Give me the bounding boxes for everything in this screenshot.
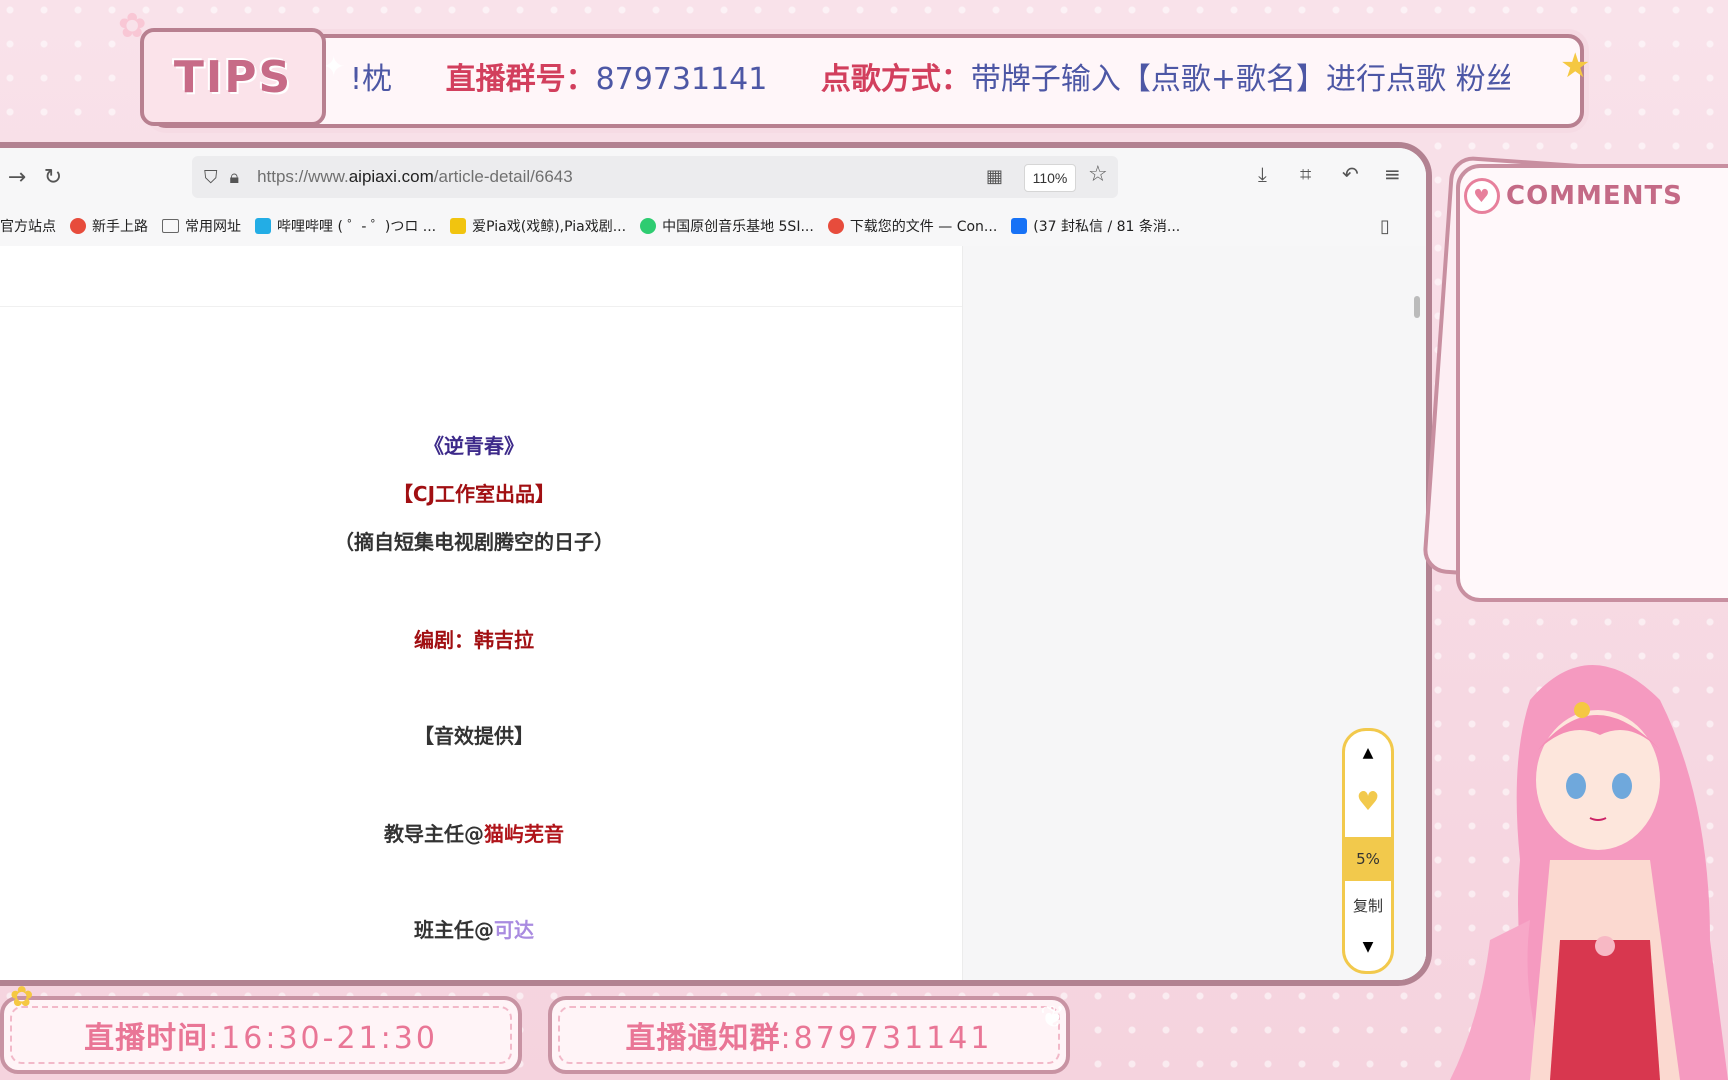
article-body: 《逆青春》 【CJ工作室出品】 （摘自短集电视剧腾空的日子） 编剧：韩吉拉 【音… [0, 246, 963, 980]
star-decoration-icon: ★ [1560, 46, 1591, 86]
group-label: 直播群号： [445, 62, 596, 97]
script-title: 《逆青春》 [424, 434, 524, 458]
bookmark-item[interactable]: (37 封私信 / 81 条消... [1011, 216, 1180, 236]
notice-group-box: 直播通知群:879731141 [548, 996, 1070, 1074]
song-request-label: 点歌方式： [820, 62, 971, 97]
comments-title: COMMENTS [1506, 181, 1683, 211]
reload-icon[interactable]: ↻ [40, 165, 66, 190]
wing-decoration-icon: ❦ [1040, 1000, 1066, 1035]
menu-icon[interactable]: ≡ [1384, 162, 1401, 186]
navigation-bar: → ↻ ⛉ 🔒︎ https://www.aipiaxi.com/article… [0, 148, 1426, 206]
song-request-text: 带牌子输入【点歌+歌名】进行点歌 粉丝团钅 [970, 62, 1510, 97]
flower-decoration-icon: ✿ [10, 980, 34, 1013]
bookmark-folder[interactable]: 常用网址 [162, 216, 241, 236]
tablet-icon[interactable]: ▯ [1380, 216, 1390, 237]
live-time-text: 直播时间:16:30-21:30 [84, 1021, 438, 1056]
browser-window: → ↻ ⛉ 🔒︎ https://www.aipiaxi.com/article… [0, 142, 1432, 986]
bookmark-item[interactable]: 中国原创音乐基地 5SI... [640, 216, 814, 236]
bookmarks-bar: 狐官方站点 新手上路 常用网址 哔哩哔哩 ( ゜- ゜)つロ ... 爱Pia戏… [0, 206, 1426, 247]
role-line: 班主任@可达 [414, 918, 534, 942]
live-time-box: 直播时间:16:30-21:30 [0, 996, 522, 1074]
qr-code-icon[interactable]: ▦ [986, 166, 1003, 187]
undo-icon[interactable]: ↶ [1342, 162, 1359, 186]
bookmark-item[interactable]: 哔哩哔哩 ( ゜- ゜)つロ ... [255, 216, 436, 236]
comments-panel [1456, 164, 1728, 602]
reading-progress: 5% [1345, 837, 1391, 881]
excerpt-note: （摘自短集电视剧腾空的日子） [334, 530, 614, 554]
notice-group-text: 直播通知群:879731141 [625, 1021, 993, 1056]
zhihu-icon [1011, 218, 1028, 234]
5sing-icon [640, 218, 657, 234]
forward-arrow-icon[interactable]: → [4, 165, 30, 190]
zoom-level[interactable]: 110% [1024, 164, 1076, 192]
firefox-icon [70, 218, 86, 234]
crop-icon[interactable]: ⌗ [1300, 162, 1311, 186]
bookmark-item[interactable]: 爱Pia戏(戏鲸),Pia戏剧... [450, 216, 626, 236]
studio-credit: 【CJ工作室出品】 [392, 482, 556, 506]
sfx-credit: 【音效提供】 [414, 724, 534, 748]
shield-icon[interactable]: ⛉ [204, 167, 218, 188]
divider [0, 306, 962, 307]
group-number: 879731141 [595, 62, 768, 97]
bookmark-star-icon[interactable]: ☆ [1088, 162, 1108, 187]
role-line: 教导主任@猫屿芜音 [384, 822, 564, 846]
scroll-up-icon[interactable]: ▲ [1345, 745, 1391, 761]
writer-line: 编剧：韩吉拉 [414, 628, 534, 652]
download-icon[interactable]: ⤓ [1258, 162, 1267, 186]
aipiaxi-icon [450, 218, 467, 234]
heart-icon: ♥ [1464, 178, 1500, 214]
bookmark-item[interactable]: 下载您的文件 — Con... [827, 216, 997, 236]
copy-button[interactable]: 复制 [1345, 895, 1391, 916]
floating-toolbar: ▲ ♥ 5% 复制 ▼ [1342, 728, 1394, 974]
vtuber-avatar [1450, 665, 1728, 1080]
bookmark-item[interactable]: 狐官方站点 [0, 216, 56, 236]
tips-badge: TIPS [140, 28, 326, 126]
comments-header: ♥ COMMENTS [1464, 178, 1683, 214]
bookmark-item[interactable]: 新手上路 [70, 216, 148, 236]
url-text[interactable]: https://www.aipiaxi.com/article-detail/6… [257, 167, 573, 187]
download-site-icon [827, 218, 844, 234]
scroll-down-icon[interactable]: ▼ [1345, 939, 1391, 955]
marquee-fragment: !枕 [350, 62, 393, 97]
heart-icon[interactable]: ♥ [1345, 787, 1391, 817]
address-bar[interactable]: ⛉ 🔒︎ https://www.aipiaxi.com/article-det… [192, 156, 1118, 198]
page-content: 《逆青春》 【CJ工作室出品】 （摘自短集电视剧腾空的日子） 编剧：韩吉拉 【音… [0, 246, 1426, 980]
folder-icon [162, 219, 179, 233]
bilibili-icon [255, 218, 271, 234]
tips-marquee: !枕 直播群号：879731141 点歌方式：带牌子输入【点歌+歌名】进行点歌 … [350, 44, 1510, 104]
lock-icon[interactable]: 🔒︎ [230, 167, 240, 188]
scrollbar-thumb[interactable] [1414, 296, 1420, 318]
